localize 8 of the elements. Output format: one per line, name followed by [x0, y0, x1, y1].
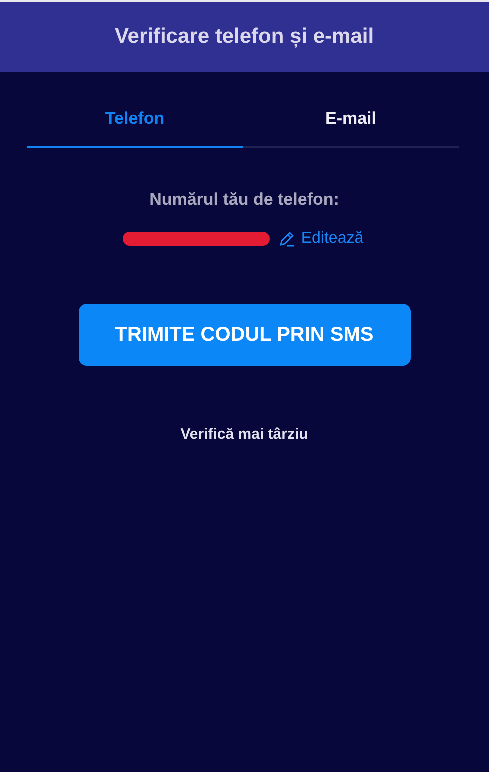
- pencil-icon: [279, 231, 296, 247]
- edit-link[interactable]: Editează: [279, 230, 364, 248]
- tab[interactable]: E-mail: [243, 92, 459, 148]
- send-sms-button[interactable]: TRIMITE CODUL PRIN SMS: [78, 304, 410, 366]
- phone-label: Numărul tău de telefon:: [148, 190, 340, 210]
- page-title: Verificare telefon și e-mail: [114, 25, 374, 49]
- verify-later-link[interactable]: Verifică mai târziu: [180, 426, 308, 443]
- tab[interactable]: Telefon: [27, 92, 243, 148]
